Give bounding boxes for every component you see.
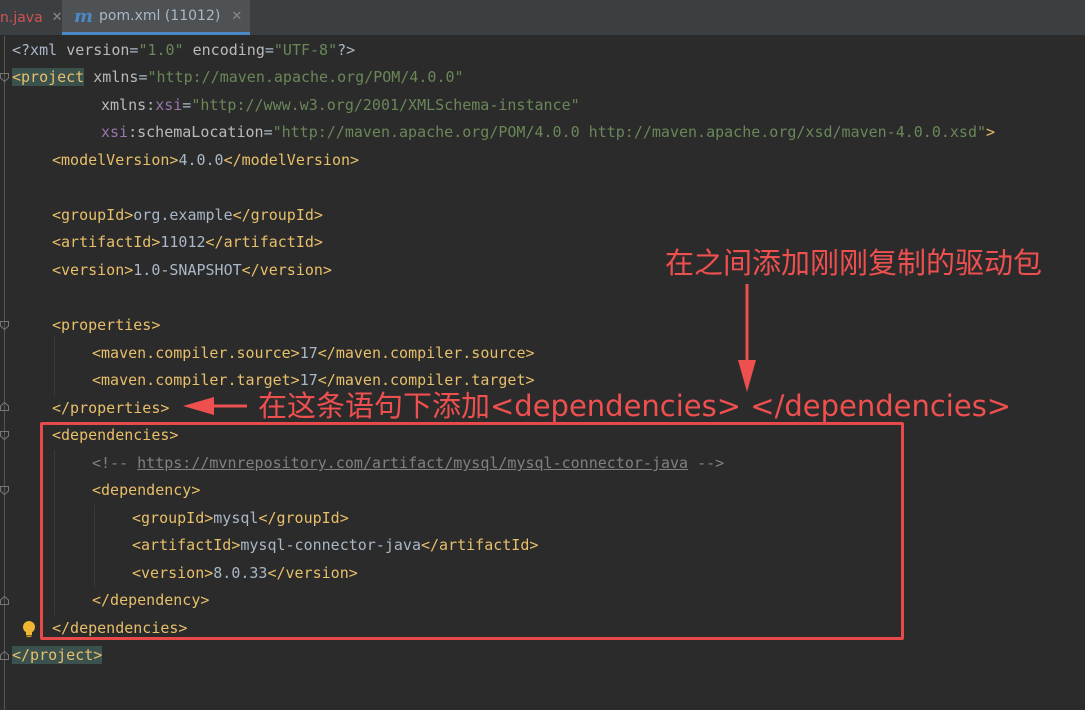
arrow-left-icon	[183, 397, 214, 415]
annotation-arrows	[183, 284, 756, 415]
annotation-add-driver: 在之间添加刚刚复制的驱动包	[665, 246, 1043, 280]
annotation-add-dependencies: 在这条语句下添加<dependencies> </dependencies>	[258, 389, 1012, 423]
